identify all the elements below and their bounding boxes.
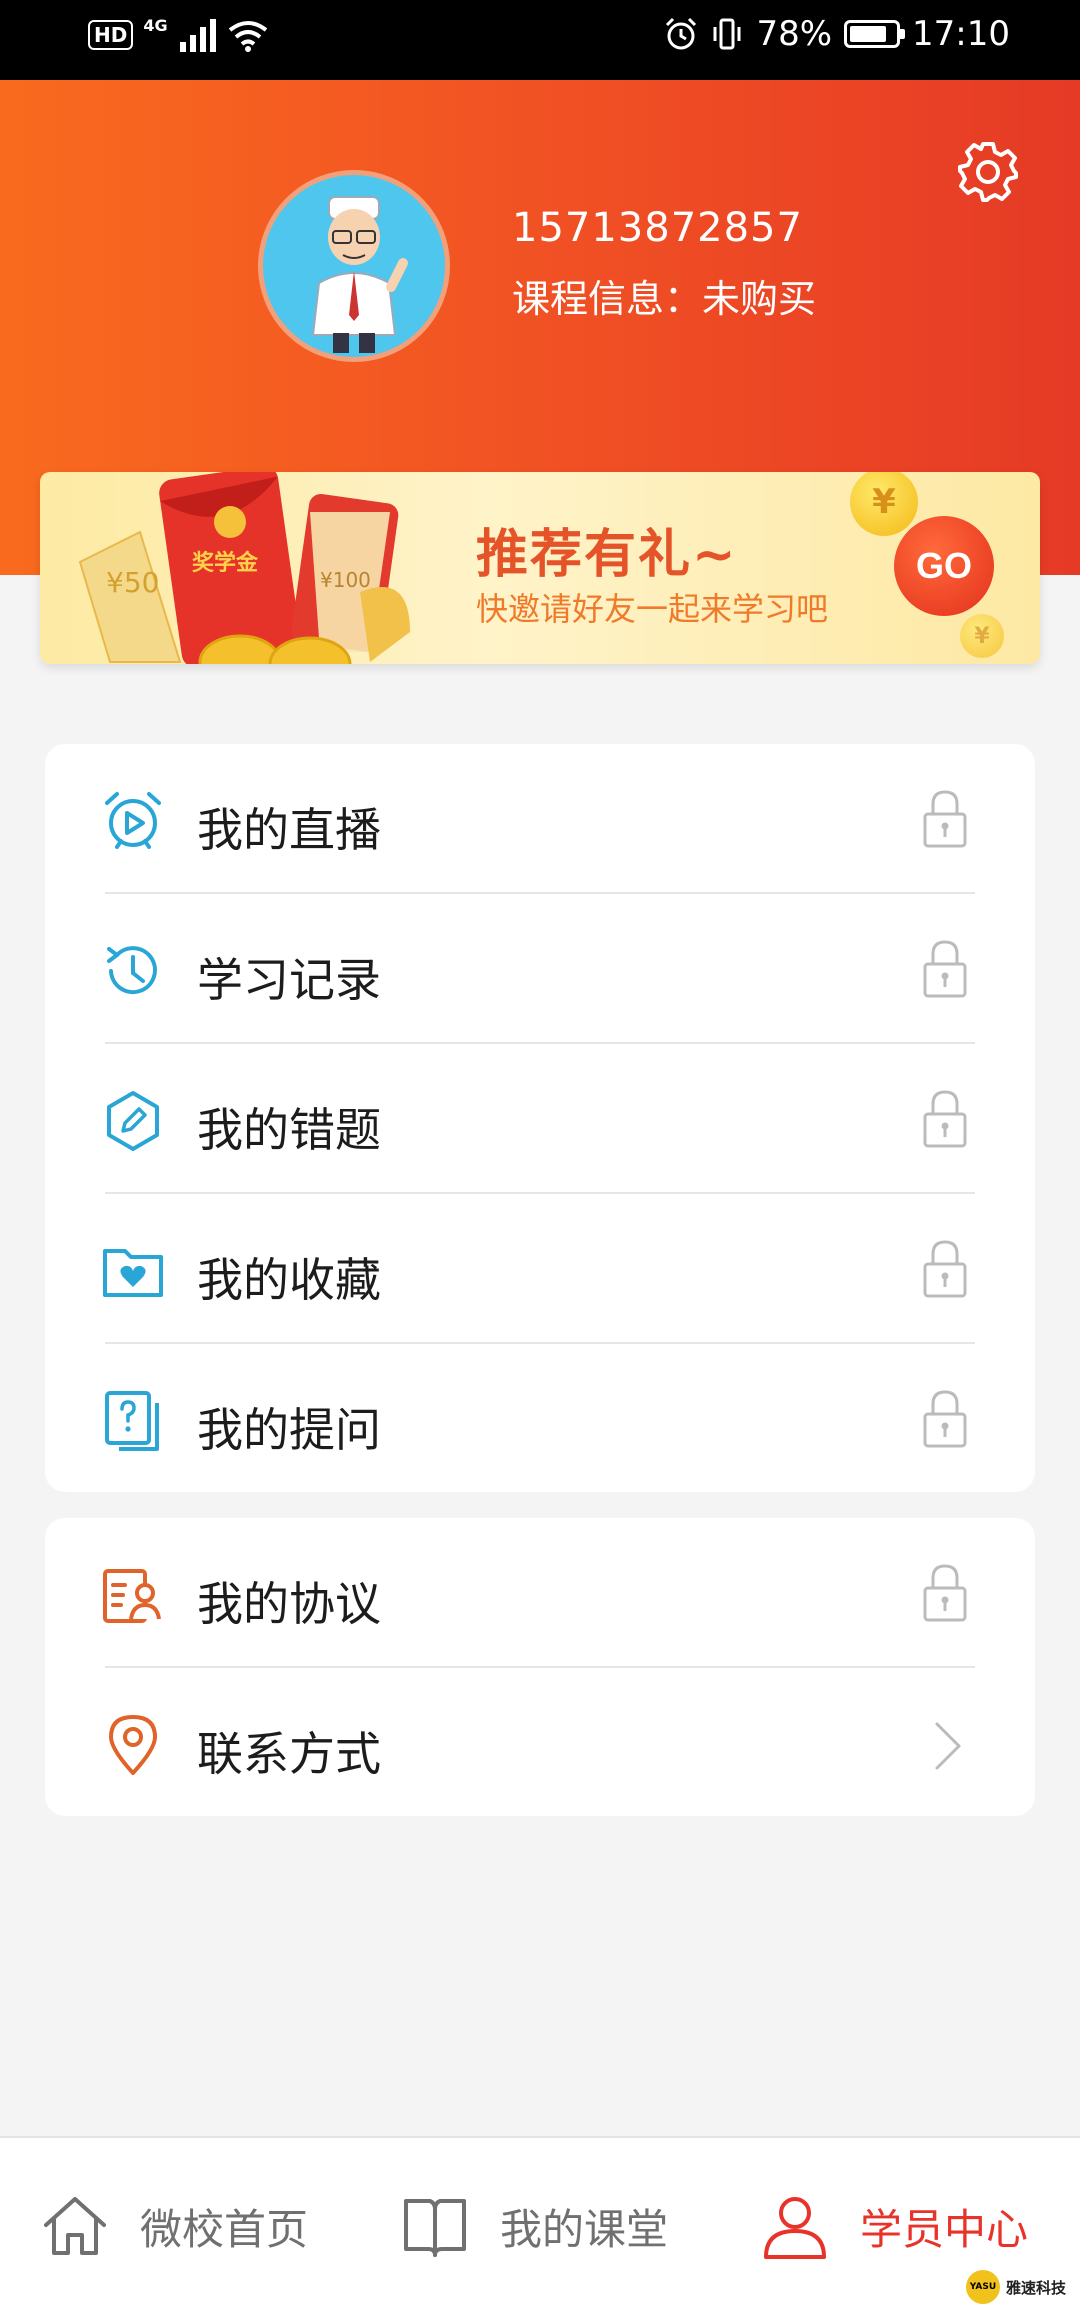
coupon-50-text: ¥50 xyxy=(106,566,159,599)
network-type: 4G xyxy=(143,15,168,35)
user-phone: 15713872857 xyxy=(512,205,803,251)
tab-label: 微校首页 xyxy=(140,2204,309,2254)
lock-icon xyxy=(923,1390,967,1448)
lock-icon xyxy=(923,1090,967,1148)
location-pin-icon xyxy=(109,1715,157,1775)
live-clock-icon xyxy=(105,792,161,849)
go-button[interactable]: GO xyxy=(894,516,994,616)
menu-item-contact[interactable]: 联系方式 xyxy=(45,1668,1035,1818)
heart-folder-icon xyxy=(103,1249,163,1297)
status-left: HD 4G xyxy=(88,15,268,52)
menu-label: 我的收藏 xyxy=(197,1253,381,1307)
history-icon xyxy=(107,946,157,995)
menu-label: 我的提问 xyxy=(197,1403,381,1457)
coin-icon: ¥ xyxy=(960,614,1004,658)
alarm-icon xyxy=(666,17,697,50)
menu-item-favorites[interactable]: 我的收藏 xyxy=(45,1194,1035,1344)
battery-icon xyxy=(844,20,906,48)
coin-symbol: ¥ xyxy=(974,623,990,649)
tab-label: 我的课堂 xyxy=(500,2204,669,2254)
chevron-right-icon xyxy=(935,1722,961,1770)
coin-symbol: ¥ xyxy=(872,482,896,522)
tab-home[interactable]: 微校首页 xyxy=(40,2138,308,2312)
menu-label: 学习记录 xyxy=(197,953,381,1007)
hd-badge: HD xyxy=(88,20,134,50)
edit-hexagon-icon xyxy=(107,1091,159,1151)
menu-item-live[interactable]: 我的直播 xyxy=(45,744,1035,894)
lock-icon xyxy=(923,1564,967,1622)
watermark-text: 雅速科技 xyxy=(1006,2278,1067,2297)
vibrate-icon xyxy=(713,18,741,50)
status-bar: HD 4G 78% 17:10 xyxy=(0,0,1080,80)
menu-item-mistakes[interactable]: 我的错题 xyxy=(45,1044,1035,1194)
agreement-icon xyxy=(103,1569,161,1623)
menu-card-primary: 我的直播 学习记录 我的错题 我的收藏 我的提问 xyxy=(45,744,1035,1492)
avatar[interactable] xyxy=(258,170,450,362)
question-doc-icon xyxy=(105,1391,159,1451)
referral-banner[interactable]: ¥50 奖学金 ¥100 推荐有礼~ 快邀请好友一起来学习吧 ¥ ¥ GO xyxy=(40,472,1040,664)
lock-icon xyxy=(923,1240,967,1298)
banner-subtitle: 快邀请好友一起来学习吧 xyxy=(476,590,829,628)
battery-percent: 78% xyxy=(756,14,833,54)
tab-classroom[interactable]: 我的课堂 xyxy=(400,2138,668,2312)
bottom-tab-bar: 微校首页 我的课堂 学员中心 xyxy=(0,2136,1080,2312)
wifi-icon xyxy=(228,21,267,52)
gear-icon[interactable] xyxy=(956,140,1020,204)
menu-label: 联系方式 xyxy=(197,1727,381,1781)
clock-time: 17:10 xyxy=(912,14,1010,54)
menu-item-questions[interactable]: 我的提问 xyxy=(45,1344,1035,1494)
home-icon xyxy=(44,2197,106,2255)
menu-label: 我的错题 xyxy=(197,1103,381,1157)
tab-label: 学员中心 xyxy=(860,2204,1029,2254)
menu-card-secondary: 我的协议 联系方式 xyxy=(45,1518,1035,1816)
coupon-100-text: ¥100 xyxy=(320,568,371,592)
lock-icon xyxy=(923,790,967,848)
book-icon xyxy=(404,2199,466,2257)
coin-icon: ¥ xyxy=(850,472,918,536)
signal-icon xyxy=(179,19,216,52)
menu-item-history[interactable]: 学习记录 xyxy=(45,894,1035,1044)
user-icon xyxy=(764,2197,826,2259)
red-envelope-illustration: ¥50 奖学金 ¥100 xyxy=(78,472,410,664)
lock-icon xyxy=(923,940,967,998)
banner-title: 推荐有礼~ xyxy=(476,525,738,585)
watermark: YASU 雅速科技 xyxy=(966,2270,1066,2304)
menu-item-agreement[interactable]: 我的协议 xyxy=(45,1518,1035,1668)
envelope-label: 奖学金 xyxy=(192,550,259,576)
watermark-logo: YASU xyxy=(966,2270,1000,2304)
menu-label: 我的协议 xyxy=(197,1577,381,1631)
course-info: 课程信息：未购买 xyxy=(512,277,817,321)
menu-label: 我的直播 xyxy=(197,803,381,857)
doctor-avatar-illustration xyxy=(311,196,408,353)
status-right: 78% 17:10 xyxy=(664,14,1010,54)
